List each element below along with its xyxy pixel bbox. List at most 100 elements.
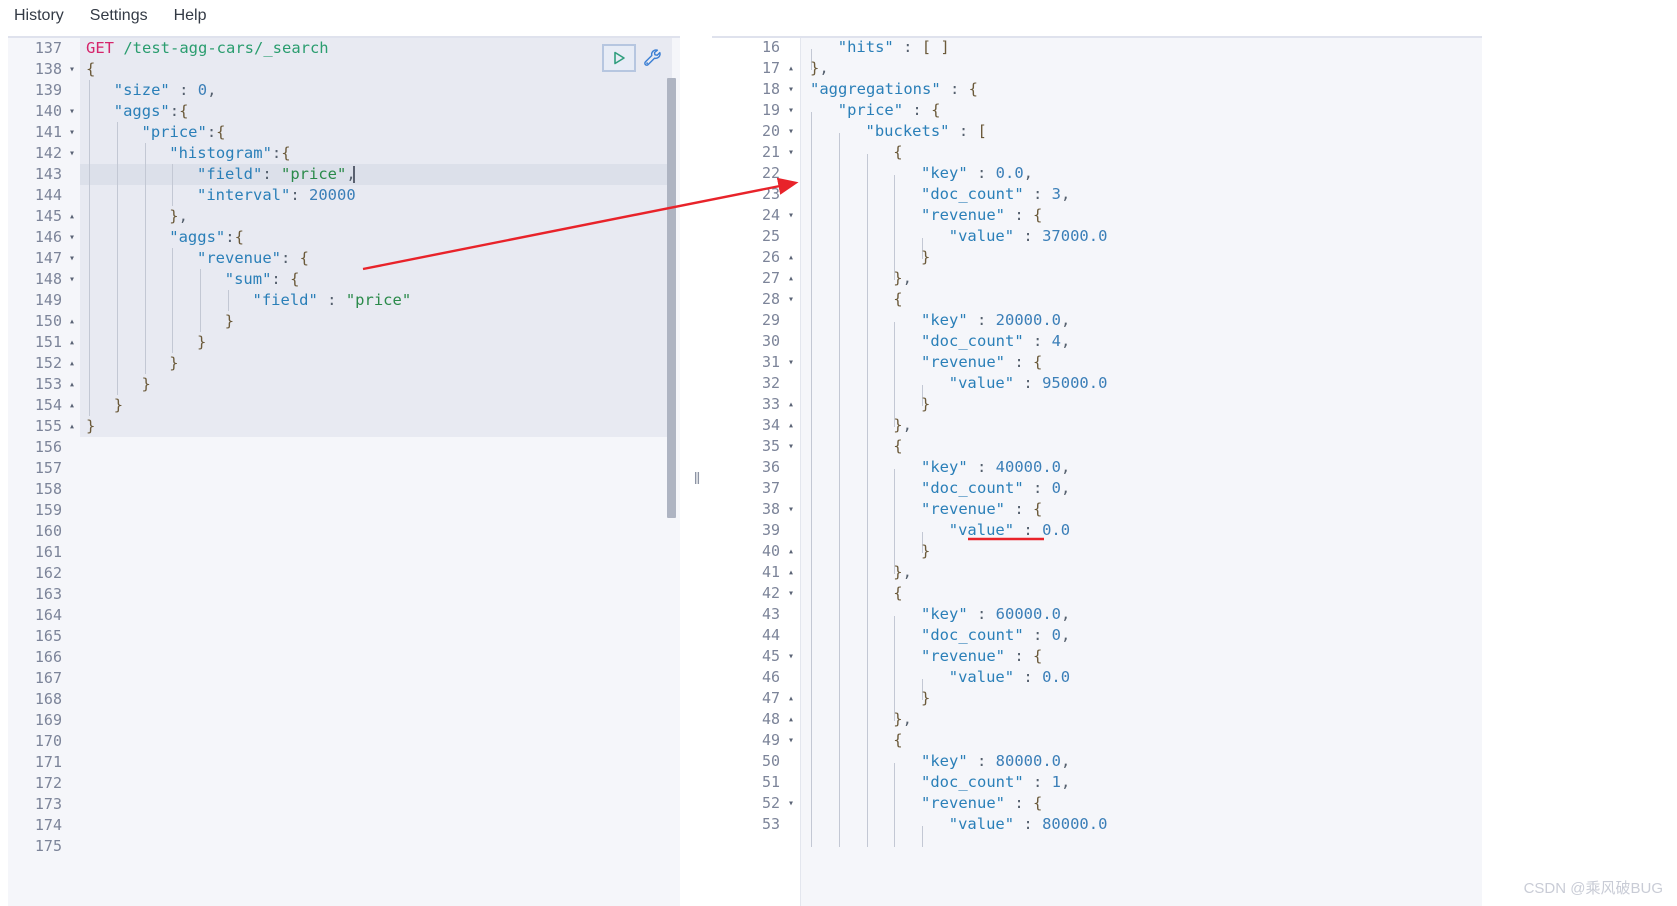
fold-toggle-icon[interactable]: ▾ (782, 289, 800, 310)
fold-toggle-icon[interactable]: ▾ (782, 793, 800, 814)
code-line[interactable]: 173 (8, 794, 680, 815)
code-line[interactable]: 43 "key" : 60000.0, (712, 604, 1482, 625)
fold-toggle-icon[interactable]: ▴ (782, 541, 800, 562)
code-line[interactable]: 140 ▾ "aggs":{ (8, 101, 680, 122)
code-line[interactable]: 19 ▾ "price" : { (712, 100, 1482, 121)
code-line[interactable]: 42 ▾ { (712, 583, 1482, 604)
splitter-grip-icon[interactable]: ‖ (693, 470, 700, 487)
play-triangle-icon[interactable] (602, 44, 636, 72)
code-line[interactable]: 152 ▴} (8, 353, 680, 374)
fold-toggle-icon[interactable]: ▾ (782, 646, 800, 667)
code-line[interactable]: 168 (8, 689, 680, 710)
code-line[interactable]: 163 (8, 584, 680, 605)
code-line[interactable]: 167 (8, 668, 680, 689)
fold-toggle-icon[interactable]: ▴ (64, 206, 80, 227)
fold-toggle-icon[interactable]: ▴ (782, 709, 800, 730)
editor-code-area[interactable]: 137 GET /test-agg-cars/_search 138 ▾{139 "si… (8, 38, 680, 906)
code-line[interactable]: 161 (8, 542, 680, 563)
code-line[interactable]: 143 "field": "price", (8, 164, 680, 185)
fold-toggle-icon[interactable]: ▴ (64, 395, 80, 416)
code-line[interactable]: 37 "doc_count" : 0, (712, 478, 1482, 499)
code-line[interactable]: 40 ▴} (712, 541, 1482, 562)
code-line[interactable]: 44 "doc_count" : 0, (712, 625, 1482, 646)
code-line[interactable]: 148 ▾ "sum": { (8, 269, 680, 290)
code-line[interactable]: 158 (8, 479, 680, 500)
code-line[interactable]: 53 "value" : 80000.0 (712, 814, 1482, 835)
code-line[interactable]: 48 ▴}, (712, 709, 1482, 730)
code-line[interactable]: 150 ▴} (8, 311, 680, 332)
code-line[interactable]: 30 "doc_count" : 4, (712, 331, 1482, 352)
fold-toggle-icon[interactable]: ▾ (782, 100, 800, 121)
code-line[interactable]: 159 (8, 500, 680, 521)
code-line[interactable]: 144 "interval": 20000 (8, 185, 680, 206)
menu-item-help[interactable]: Help (174, 7, 207, 25)
code-line[interactable]: 33 ▴} (712, 394, 1482, 415)
code-line[interactable]: 32 "value" : 95000.0 (712, 373, 1482, 394)
fold-toggle-icon[interactable]: ▾ (64, 248, 80, 269)
code-line[interactable]: 41 ▴}, (712, 562, 1482, 583)
code-line[interactable]: 175 (8, 836, 680, 857)
fold-toggle-icon[interactable]: ▾ (782, 730, 800, 751)
fold-toggle-icon[interactable]: ▾ (782, 499, 800, 520)
code-line[interactable]: 141 ▾ "price":{ (8, 122, 680, 143)
code-line[interactable]: 145 ▴}, (8, 206, 680, 227)
code-line[interactable]: 147 ▾ "revenue": { (8, 248, 680, 269)
fold-toggle-icon[interactable]: ▾ (64, 227, 80, 248)
code-line[interactable]: 17 ▴}, (712, 58, 1482, 79)
fold-toggle-icon[interactable]: ▾ (64, 59, 80, 80)
fold-toggle-icon[interactable]: ▾ (64, 269, 80, 290)
code-line[interactable]: 39 "value" : 0.0 (712, 520, 1482, 541)
fold-toggle-icon[interactable]: ▾ (782, 121, 800, 142)
code-line[interactable]: 45 ▾ "revenue" : { (712, 646, 1482, 667)
fold-toggle-icon[interactable]: ▾ (64, 122, 80, 143)
fold-toggle-icon[interactable]: ▴ (64, 311, 80, 332)
menu-item-history[interactable]: History (14, 7, 64, 25)
code-line[interactable]: 172 (8, 773, 680, 794)
code-line[interactable]: 26 ▴} (712, 247, 1482, 268)
code-line[interactable]: 137 GET /test-agg-cars/_search (8, 38, 680, 59)
code-line[interactable]: 139 "size" : 0, (8, 80, 680, 101)
code-line[interactable]: 49 ▾ { (712, 730, 1482, 751)
code-line[interactable]: 28 ▾ { (712, 289, 1482, 310)
code-line[interactable]: 38 ▾ "revenue" : { (712, 499, 1482, 520)
code-line[interactable]: 142 ▾ "histogram":{ (8, 143, 680, 164)
code-line[interactable]: 29 "key" : 20000.0, (712, 310, 1482, 331)
code-line[interactable]: 25 "value" : 37000.0 (712, 226, 1482, 247)
code-line[interactable]: 50 "key" : 80000.0, (712, 751, 1482, 772)
code-line[interactable]: 170 (8, 731, 680, 752)
code-line[interactable]: 171 (8, 752, 680, 773)
code-line[interactable]: 46 "value" : 0.0 (712, 667, 1482, 688)
code-line[interactable]: 164 (8, 605, 680, 626)
code-line[interactable]: 169 (8, 710, 680, 731)
request-editor-pane[interactable]: 137 GET /test-agg-cars/_search 138 ▾{139 "si… (8, 36, 680, 906)
fold-toggle-icon[interactable]: ▾ (64, 143, 80, 164)
code-line[interactable]: 52 ▾ "revenue" : { (712, 793, 1482, 814)
fold-toggle-icon[interactable]: ▴ (64, 374, 80, 395)
fold-toggle-icon[interactable]: ▾ (782, 79, 800, 100)
menu-item-settings[interactable]: Settings (90, 7, 148, 25)
code-line[interactable]: 23 "doc_count" : 3, (712, 184, 1482, 205)
code-line[interactable]: 31 ▾ "revenue" : { (712, 352, 1482, 373)
code-line[interactable]: 155 ▴} (8, 416, 680, 437)
code-line[interactable]: 154 ▴} (8, 395, 680, 416)
fold-toggle-icon[interactable]: ▾ (782, 352, 800, 373)
fold-toggle-icon[interactable]: ▴ (782, 247, 800, 268)
code-line[interactable]: 160 (8, 521, 680, 542)
fold-toggle-icon[interactable]: ▴ (782, 562, 800, 583)
fold-toggle-icon[interactable]: ▴ (64, 332, 80, 353)
code-line[interactable]: 146 ▾ "aggs":{ (8, 227, 680, 248)
code-line[interactable]: 166 (8, 647, 680, 668)
code-line[interactable]: 47 ▴} (712, 688, 1482, 709)
fold-toggle-icon[interactable]: ▾ (782, 142, 800, 163)
code-line[interactable]: 34 ▴}, (712, 415, 1482, 436)
fold-toggle-icon[interactable]: ▾ (782, 436, 800, 457)
pane-splitter[interactable]: ‖ (684, 33, 710, 906)
response-output-pane[interactable]: 15"max_score" : null,16"hits" : [ ]17▴},… (712, 36, 1482, 906)
editor-vertical-scrollbar[interactable] (667, 78, 676, 518)
code-line[interactable]: 156 (8, 437, 680, 458)
code-line[interactable]: 174 (8, 815, 680, 836)
code-line[interactable]: 165 (8, 626, 680, 647)
code-line[interactable]: 16 "hits" : [ ] (712, 38, 1482, 58)
fold-toggle-icon[interactable]: ▴ (782, 268, 800, 289)
code-line[interactable]: 151 ▴} (8, 332, 680, 353)
